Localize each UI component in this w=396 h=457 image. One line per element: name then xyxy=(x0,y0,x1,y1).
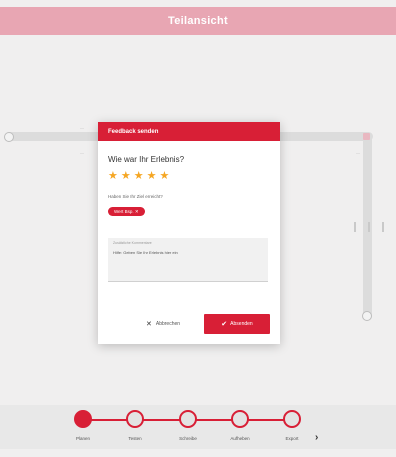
step-dot-icon xyxy=(74,410,92,428)
dialog-header: Feedback senden xyxy=(98,122,280,141)
step-label: Planen xyxy=(75,436,90,441)
background-marker xyxy=(363,133,370,140)
step-dot-icon xyxy=(126,410,144,428)
star-icon[interactable]: ★ xyxy=(160,171,170,182)
answer-chip[interactable]: Wert Bsp. ✕ xyxy=(108,207,145,216)
goal-question: Haben Sie Ihr Ziel erreicht? xyxy=(108,194,163,199)
background-handle-bottom[interactable] xyxy=(362,311,372,321)
step-label: Testen xyxy=(128,436,142,441)
background-divider xyxy=(382,222,384,232)
step-label: Export xyxy=(285,436,299,441)
star-icon[interactable]: ★ xyxy=(108,171,118,182)
dialog-title: Feedback senden xyxy=(108,128,159,135)
step-4[interactable]: Aufheben xyxy=(210,410,270,441)
step-dot-icon xyxy=(231,410,249,428)
textarea-label: Zusätzliche Kommentare xyxy=(113,241,152,245)
star-icon[interactable]: ★ xyxy=(147,171,157,182)
check-icon: ✔ xyxy=(221,321,228,328)
page-title: Teilansicht xyxy=(168,15,228,27)
chevron-right-icon[interactable]: › xyxy=(315,432,318,443)
step-dot-icon xyxy=(283,410,301,428)
step-3[interactable]: Schreibe xyxy=(158,410,218,441)
background-tick: — xyxy=(80,150,84,155)
app-header: Teilansicht xyxy=(0,7,396,35)
star-rating[interactable]: ★ ★ ★ ★ ★ xyxy=(108,171,169,182)
step-1[interactable]: Planen xyxy=(53,410,113,441)
background-divider xyxy=(354,222,356,232)
comment-textarea[interactable]: Zusätzliche Kommentare Hilfe: Geben Sie … xyxy=(108,238,268,282)
chip-label: Wert Bsp. ✕ xyxy=(114,208,139,214)
step-2[interactable]: Testen xyxy=(105,410,165,441)
background-divider xyxy=(368,222,370,232)
step-5[interactable]: Export xyxy=(262,410,322,441)
step-dot-icon xyxy=(179,410,197,428)
rating-question: Wie war Ihr Erlebnis? xyxy=(108,155,185,164)
cancel-label: Abbrechen xyxy=(155,321,181,327)
step-label: Schreibe xyxy=(179,436,197,441)
close-icon: ✕ xyxy=(146,321,152,328)
send-label: Absenden xyxy=(230,321,253,327)
background-tick: — xyxy=(356,150,360,155)
cancel-button[interactable]: ✕ Abbrechen xyxy=(146,320,180,328)
star-icon[interactable]: ★ xyxy=(134,171,144,182)
send-button[interactable]: ✔ Absenden xyxy=(204,314,270,334)
feedback-dialog: Feedback senden Wie war Ihr Erlebnis? ★ ★… xyxy=(98,122,280,344)
step-label: Aufheben xyxy=(230,436,250,441)
star-icon[interactable]: ★ xyxy=(121,171,131,182)
textarea-value: Hilfe: Geben Sie Ihr Erlebnis hier ein xyxy=(113,250,178,255)
background-tick: — xyxy=(80,125,84,130)
background-handle-left[interactable] xyxy=(4,132,14,142)
